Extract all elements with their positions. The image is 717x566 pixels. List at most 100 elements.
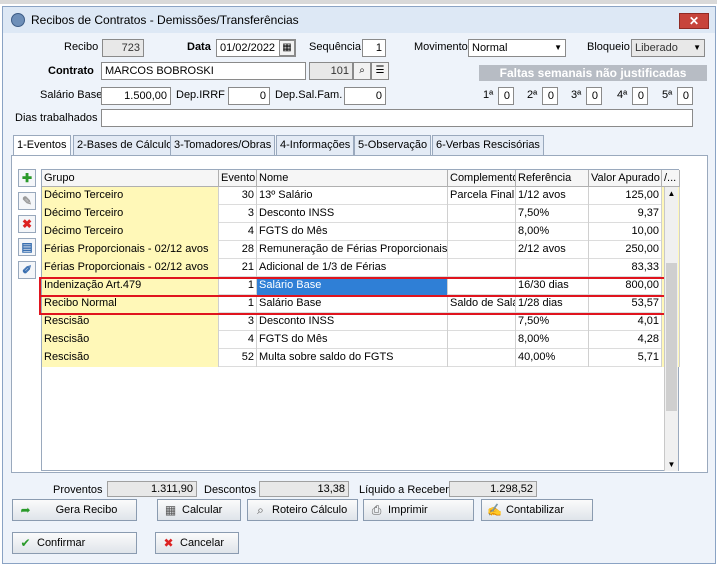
table-row[interactable]: Recibo Normal 1 Salário Base Saldo de Salár…: [42, 295, 680, 313]
cell-nome[interactable]: Desconto INSS: [257, 205, 448, 223]
cell-comp[interactable]: [448, 259, 516, 277]
close-button[interactable]: ✕: [679, 13, 709, 29]
cell-evento[interactable]: 3: [219, 313, 257, 331]
cell-grupo[interactable]: Décimo Terceiro: [42, 223, 219, 241]
search-icon[interactable]: ⌕: [353, 62, 371, 80]
cell-valor[interactable]: 800,00: [589, 277, 662, 295]
recibo-field[interactable]: 723: [102, 39, 144, 57]
salfam-field[interactable]: 0: [344, 87, 386, 105]
scroll-thumb[interactable]: [666, 263, 677, 411]
calcular-button[interactable]: ▦ Calcular: [157, 499, 241, 521]
cell-valor[interactable]: 83,33: [589, 259, 662, 277]
bloqueio-select[interactable]: Liberado: [631, 39, 705, 57]
irrf-field[interactable]: 0: [228, 87, 270, 105]
cancelar-button[interactable]: ✖ Cancelar: [155, 532, 239, 554]
cell-nome[interactable]: Multa sobre saldo do FGTS: [257, 349, 448, 367]
col-evento[interactable]: Evento: [219, 170, 257, 187]
week-1-field[interactable]: 0: [498, 87, 514, 105]
cell-nome[interactable]: Salário Base: [257, 295, 448, 313]
cell-evento[interactable]: 52: [219, 349, 257, 367]
cell-ref[interactable]: 40,00%: [516, 349, 589, 367]
contrato-field[interactable]: MARCOS BOBROSKI: [101, 62, 306, 80]
cell-valor[interactable]: 53,57: [589, 295, 662, 313]
table-row[interactable]: Rescisão4FGTS do Mês8,00%4,28=: [42, 331, 680, 349]
delete-icon[interactable]: ✖: [18, 215, 36, 233]
tab-verbas[interactable]: 6-Verbas Rescisórias: [432, 135, 544, 155]
cell-grupo[interactable]: Décimo Terceiro: [42, 187, 219, 205]
cell-comp[interactable]: [448, 205, 516, 223]
table-row[interactable]: Férias Proporcionais - 02/12 avos 21 Adici…: [42, 259, 680, 277]
cell-nome[interactable]: 13º Salário: [257, 187, 448, 205]
tab-eventos[interactable]: 1-Eventos: [13, 135, 71, 156]
cell-comp[interactable]: [448, 277, 516, 295]
cell-comp[interactable]: [448, 349, 516, 367]
cell-valor[interactable]: 4,28: [589, 331, 662, 349]
week-2-field[interactable]: 0: [542, 87, 558, 105]
cell-comp[interactable]: [448, 313, 516, 331]
cell-valor[interactable]: 125,00: [589, 187, 662, 205]
tab-tomadores[interactable]: 3-Tomadores/Obras: [170, 135, 276, 155]
cell-ref[interactable]: [516, 259, 589, 277]
edit-icon[interactable]: ✎: [18, 192, 36, 210]
scroll-down-icon[interactable]: ▼: [665, 458, 678, 471]
cell-evento[interactable]: 1: [219, 277, 257, 295]
table-row[interactable]: Rescisão3Desconto INSS7,50%4,01-: [42, 313, 680, 331]
cell-nome[interactable]: FGTS do Mês: [257, 331, 448, 349]
tab-bases[interactable]: 2-Bases de Cálculo: [73, 135, 177, 155]
cell-nome[interactable]: Salário Base: [257, 277, 448, 295]
col-valor[interactable]: Valor Apurado: [589, 170, 662, 187]
cell-grupo[interactable]: Rescisão: [42, 349, 219, 367]
cell-ref[interactable]: 2/12 avos: [516, 241, 589, 259]
cell-evento[interactable]: 3: [219, 205, 257, 223]
col-referencia[interactable]: Referência: [516, 170, 589, 187]
cell-grupo[interactable]: Férias Proporcionais - 02/12 avos: [42, 241, 219, 259]
salario-field[interactable]: 1.500,00: [101, 87, 171, 105]
cell-grupo[interactable]: Rescisão: [42, 313, 219, 331]
cell-evento[interactable]: 4: [219, 223, 257, 241]
cell-valor[interactable]: 4,01: [589, 313, 662, 331]
cell-valor[interactable]: 250,00: [589, 241, 662, 259]
cell-comp[interactable]: [448, 331, 516, 349]
cell-ref[interactable]: 8,00%: [516, 223, 589, 241]
cell-evento[interactable]: 21: [219, 259, 257, 277]
scroll-up-icon[interactable]: ▲: [665, 187, 678, 200]
cell-ref[interactable]: 7,50%: [516, 313, 589, 331]
vertical-scrollbar[interactable]: ▲ ▼: [664, 187, 678, 471]
sequencia-field[interactable]: 1: [362, 39, 386, 57]
table-row[interactable]: Décimo Terceiro3Desconto INSS7,50%9,37-: [42, 205, 680, 223]
table-row[interactable]: Décimo Terceiro4FGTS do Mês8,00%10,00=: [42, 223, 680, 241]
cell-evento[interactable]: 4: [219, 331, 257, 349]
table-row[interactable]: Décimo Terceiro 30 13º Salário Parcela Fina…: [42, 187, 680, 205]
cell-comp[interactable]: Parcela Final: [448, 187, 516, 205]
list-icon[interactable]: ☰: [371, 62, 389, 80]
cell-comp[interactable]: [448, 241, 516, 259]
cell-nome[interactable]: Desconto INSS: [257, 313, 448, 331]
cell-valor[interactable]: 9,37: [589, 205, 662, 223]
cell-ref[interactable]: 1/28 dias: [516, 295, 589, 313]
cell-grupo[interactable]: Indenização Art.479: [42, 277, 219, 295]
cell-nome[interactable]: Remuneração de Férias Proporcionais: [257, 241, 448, 259]
col-grupo[interactable]: Grupo: [42, 170, 219, 187]
col-sign[interactable]: /...: [662, 170, 680, 187]
tab-observacao[interactable]: 5-Observação: [354, 135, 432, 155]
cell-ref[interactable]: 16/30 dias: [516, 277, 589, 295]
week-3-field[interactable]: 0: [586, 87, 602, 105]
tab-informacoes[interactable]: 4-Informações: [276, 135, 355, 155]
table-row[interactable]: Rescisão 52 Multa sobre saldo do FGTS 40,00…: [42, 349, 680, 367]
dias-field[interactable]: [101, 109, 693, 127]
col-complemento[interactable]: Complemento: [448, 170, 516, 187]
cell-grupo[interactable]: Rescisão: [42, 331, 219, 349]
cell-ref[interactable]: 7,50%: [516, 205, 589, 223]
week-4-field[interactable]: 0: [632, 87, 648, 105]
cell-grupo[interactable]: Décimo Terceiro: [42, 205, 219, 223]
cell-nome[interactable]: Adicional de 1/3 de Férias: [257, 259, 448, 277]
confirmar-button[interactable]: ✔ Confirmar: [12, 532, 137, 554]
col-nome[interactable]: Nome: [257, 170, 448, 187]
cell-ref[interactable]: 1/12 avos: [516, 187, 589, 205]
contrato-code-field[interactable]: 101: [309, 62, 353, 80]
movimento-select[interactable]: Normal: [468, 39, 566, 57]
table-icon[interactable]: ▤: [18, 238, 36, 256]
gera-recibo-button[interactable]: ➦ Gera Recibo: [12, 499, 137, 521]
cell-valor[interactable]: 5,71: [589, 349, 662, 367]
cell-grupo[interactable]: Recibo Normal: [42, 295, 219, 313]
